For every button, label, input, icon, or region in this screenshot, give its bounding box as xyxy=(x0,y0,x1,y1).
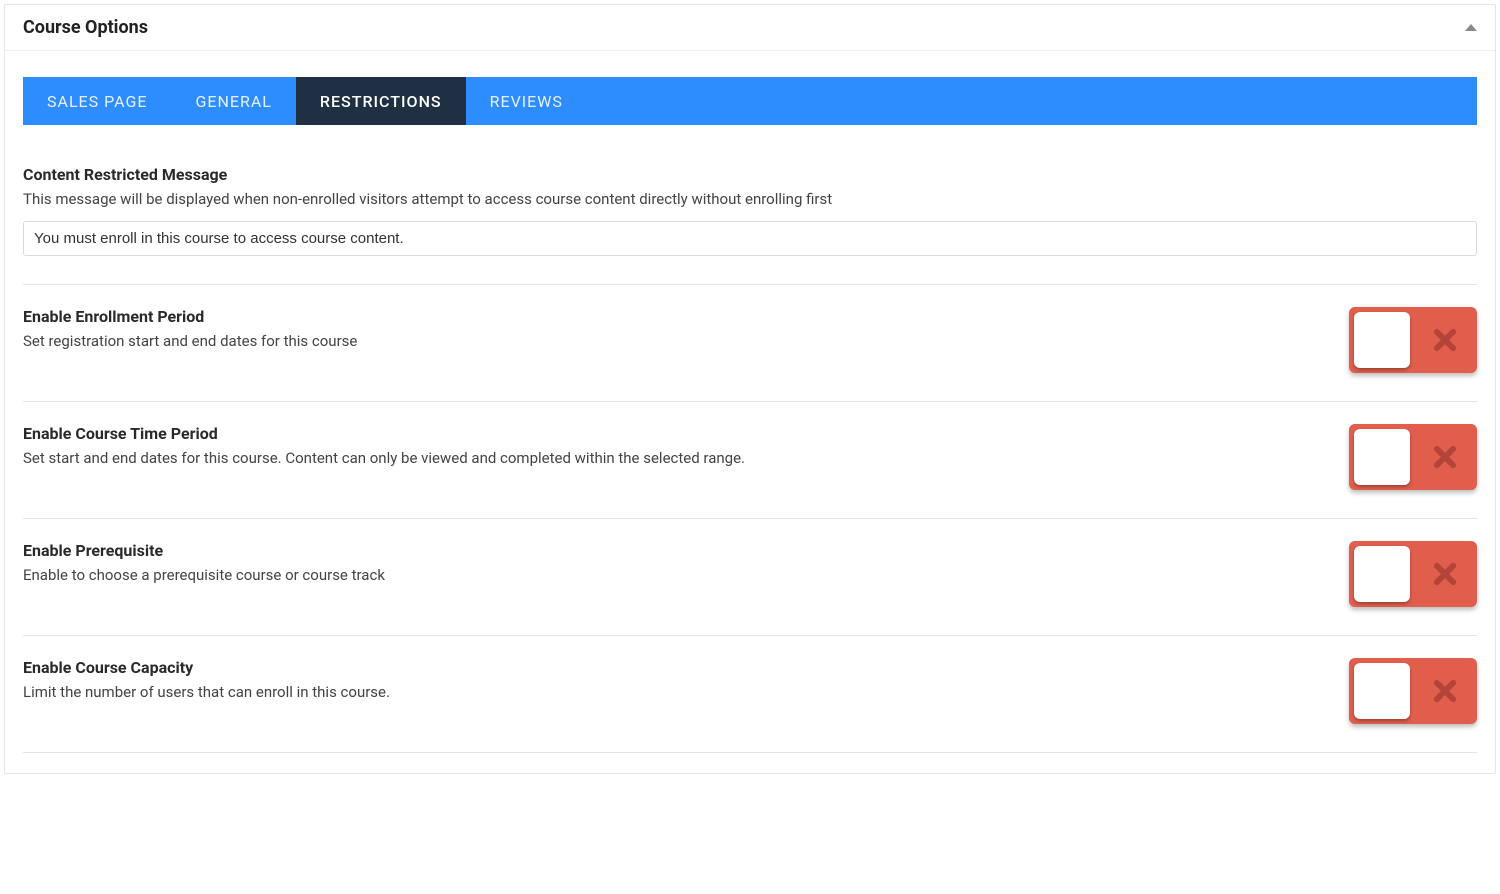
toggle-knob xyxy=(1354,312,1410,368)
content-area: Content Restricted Message This message … xyxy=(5,125,1495,773)
toggle-knob xyxy=(1354,429,1410,485)
enable-course-capacity-desc: Limit the number of users that can enrol… xyxy=(23,681,1309,704)
enable-enrollment-period-title: Enable Enrollment Period xyxy=(23,307,1309,326)
tab-reviews[interactable]: REVIEWS xyxy=(466,77,587,125)
content-restricted-message-section: Content Restricted Message This message … xyxy=(23,165,1477,285)
tab-general[interactable]: GENERAL xyxy=(171,77,295,125)
enable-course-time-period-title: Enable Course Time Period xyxy=(23,424,1309,443)
enable-course-capacity-section: Enable Course Capacity Limit the number … xyxy=(23,636,1477,753)
enable-course-time-period-toggle[interactable] xyxy=(1349,424,1477,490)
close-icon xyxy=(1431,677,1459,705)
enable-prerequisite-toggle[interactable] xyxy=(1349,541,1477,607)
close-icon xyxy=(1431,326,1459,354)
enable-prerequisite-desc: Enable to choose a prerequisite course o… xyxy=(23,564,1309,587)
tab-sales-page[interactable]: SALES PAGE xyxy=(23,77,171,125)
enable-enrollment-period-toggle[interactable] xyxy=(1349,307,1477,373)
enable-course-time-period-section: Enable Course Time Period Set start and … xyxy=(23,402,1477,519)
enable-prerequisite-section: Enable Prerequisite Enable to choose a p… xyxy=(23,519,1477,636)
content-restricted-message-title: Content Restricted Message xyxy=(23,165,1477,184)
tabs: SALES PAGE GENERAL RESTRICTIONS REVIEWS xyxy=(23,77,1477,125)
panel-header: Course Options xyxy=(5,5,1495,51)
toggle-knob xyxy=(1354,546,1410,602)
content-restricted-message-desc: This message will be displayed when non-… xyxy=(23,188,1477,211)
enable-course-capacity-title: Enable Course Capacity xyxy=(23,658,1309,677)
course-options-panel: Course Options SALES PAGE GENERAL RESTRI… xyxy=(4,4,1496,774)
tab-restrictions[interactable]: RESTRICTIONS xyxy=(296,77,466,125)
enable-enrollment-period-section: Enable Enrollment Period Set registratio… xyxy=(23,285,1477,402)
toggle-knob xyxy=(1354,663,1410,719)
enable-course-time-period-desc: Set start and end dates for this course.… xyxy=(23,447,1309,470)
content-restricted-message-input[interactable] xyxy=(23,221,1477,256)
enable-enrollment-period-desc: Set registration start and end dates for… xyxy=(23,330,1309,353)
close-icon xyxy=(1431,443,1459,471)
collapse-icon[interactable] xyxy=(1465,24,1477,31)
panel-title: Course Options xyxy=(23,17,148,38)
enable-prerequisite-title: Enable Prerequisite xyxy=(23,541,1309,560)
enable-course-capacity-toggle[interactable] xyxy=(1349,658,1477,724)
close-icon xyxy=(1431,560,1459,588)
